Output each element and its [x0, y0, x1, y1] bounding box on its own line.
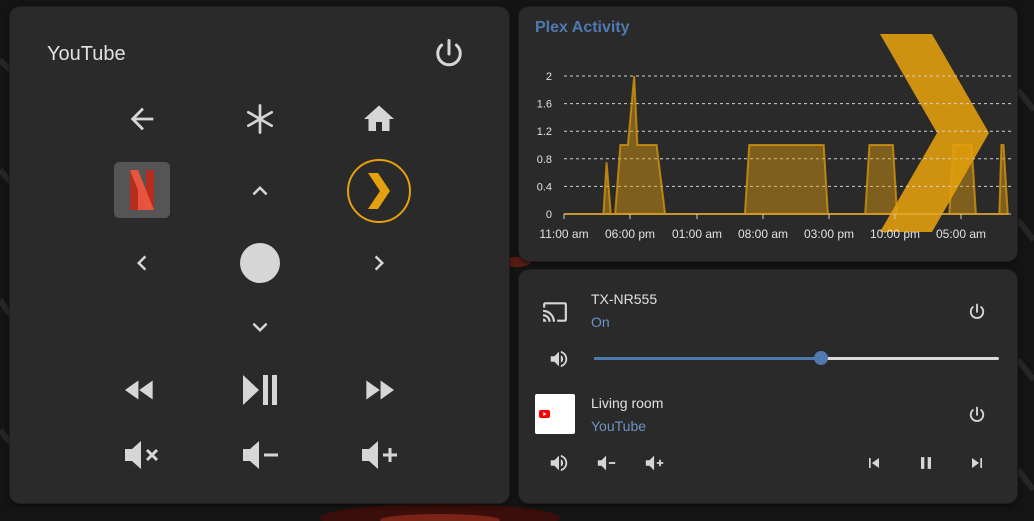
y-tick-label: 0.8 — [537, 154, 552, 166]
chevron-up-icon — [252, 186, 268, 196]
netflix-button[interactable] — [114, 162, 170, 218]
volume-mute-icon — [125, 441, 159, 469]
arrow-left-icon — [130, 107, 154, 131]
chevron-left-icon — [137, 255, 147, 271]
pause-button[interactable] — [912, 449, 940, 477]
volume-slider-fill — [594, 357, 821, 360]
circle-icon — [240, 243, 280, 283]
living-room-name: Living room — [591, 395, 664, 411]
power-button[interactable] — [429, 34, 469, 74]
x-tick-label: 05:00 am — [936, 227, 986, 241]
y-tick-label: 2 — [546, 71, 552, 83]
living-room-app: YouTube — [591, 418, 647, 434]
x-tick-label: 01:00 am — [672, 227, 722, 241]
volume-plus-icon — [362, 441, 397, 469]
volume-minus-icon — [243, 441, 278, 469]
media-players-card: TX-NR555 On Living room YouTube — [519, 270, 1017, 503]
volume-plus-icon — [645, 455, 664, 471]
skip-next-icon — [972, 458, 982, 468]
y-tick-label: 0.4 — [537, 181, 552, 193]
x-tick-label: 06:00 pm — [605, 227, 655, 241]
x-tick-label: 10:00 pm — [870, 227, 920, 241]
y-tick-label: 1.2 — [537, 126, 552, 138]
next-track-button[interactable] — [963, 449, 991, 477]
cast-button[interactable] — [539, 296, 571, 328]
youtube-thumbnail — [535, 394, 575, 434]
play-pause-button[interactable] — [236, 370, 284, 410]
receiver-name: TX-NR555 — [591, 291, 658, 307]
volume-slider-thumb[interactable] — [813, 351, 828, 365]
home-icon — [364, 105, 394, 131]
volume-up-button[interactable] — [357, 435, 401, 475]
fast-forward-icon — [366, 380, 395, 400]
power-icon — [969, 406, 985, 422]
up-button[interactable] — [240, 171, 280, 211]
play-pause-icon — [243, 375, 277, 405]
plex-button[interactable] — [347, 159, 411, 223]
home-button[interactable] — [357, 99, 401, 139]
chevron-down-icon — [252, 322, 268, 332]
volume-icon — [550, 454, 568, 472]
remote-title: YouTube — [47, 43, 126, 65]
chevron-right-icon — [374, 255, 384, 271]
receiver-volume-slider[interactable] — [594, 351, 999, 365]
receiver-state: On — [591, 314, 610, 330]
plex-activity-chart: 0 0.4 0.8 1.2 1.6 2 11:00 am 06:00 pm 01:00 am 0… — [537, 34, 1011, 241]
plex-icon — [368, 173, 390, 209]
x-tick-label: 03:00 pm — [804, 227, 854, 241]
x-tick-label: 11:00 am — [539, 227, 588, 241]
back-button[interactable] — [120, 99, 164, 139]
asterisk-icon — [246, 104, 274, 134]
fast-forward-button[interactable] — [357, 370, 401, 410]
netflix-icon — [130, 170, 154, 210]
y-tick-label: 1.6 — [537, 99, 552, 111]
living-room-power-button[interactable] — [963, 401, 991, 429]
volume-minus-icon — [597, 455, 616, 471]
receiver-power-button[interactable] — [963, 298, 991, 326]
x-tick-label: 08:00 am — [738, 227, 788, 241]
cast-icon — [543, 302, 567, 322]
living-room-volume-down-button[interactable] — [593, 449, 621, 477]
rewind-button[interactable] — [118, 370, 162, 410]
rewind-icon — [124, 380, 153, 400]
plex-activity-title: Plex Activity — [535, 19, 630, 36]
receiver-volume-icon-button[interactable] — [545, 345, 573, 373]
youtube-logo-icon — [539, 410, 550, 418]
pause-icon — [921, 457, 931, 469]
skip-previous-icon — [869, 458, 879, 468]
mute-button[interactable] — [120, 435, 164, 475]
power-icon — [969, 303, 985, 319]
remote-card: YouTube — [10, 7, 509, 503]
down-button[interactable] — [240, 307, 280, 347]
volume-icon — [550, 350, 568, 368]
living-room-volume-button[interactable] — [545, 449, 573, 477]
y-tick-label: 0 — [546, 209, 552, 221]
left-button[interactable] — [122, 243, 162, 283]
select-button[interactable] — [238, 241, 282, 285]
menu-button[interactable] — [238, 99, 282, 139]
power-icon — [436, 39, 462, 67]
previous-track-button[interactable] — [860, 449, 888, 477]
right-button[interactable] — [359, 243, 399, 283]
volume-down-button[interactable] — [238, 435, 282, 475]
plex-activity-card: 0 0.4 0.8 1.2 1.6 2 11:00 am 06:00 pm 01:00 am 0… — [519, 7, 1017, 261]
living-room-volume-up-button[interactable] — [641, 449, 669, 477]
